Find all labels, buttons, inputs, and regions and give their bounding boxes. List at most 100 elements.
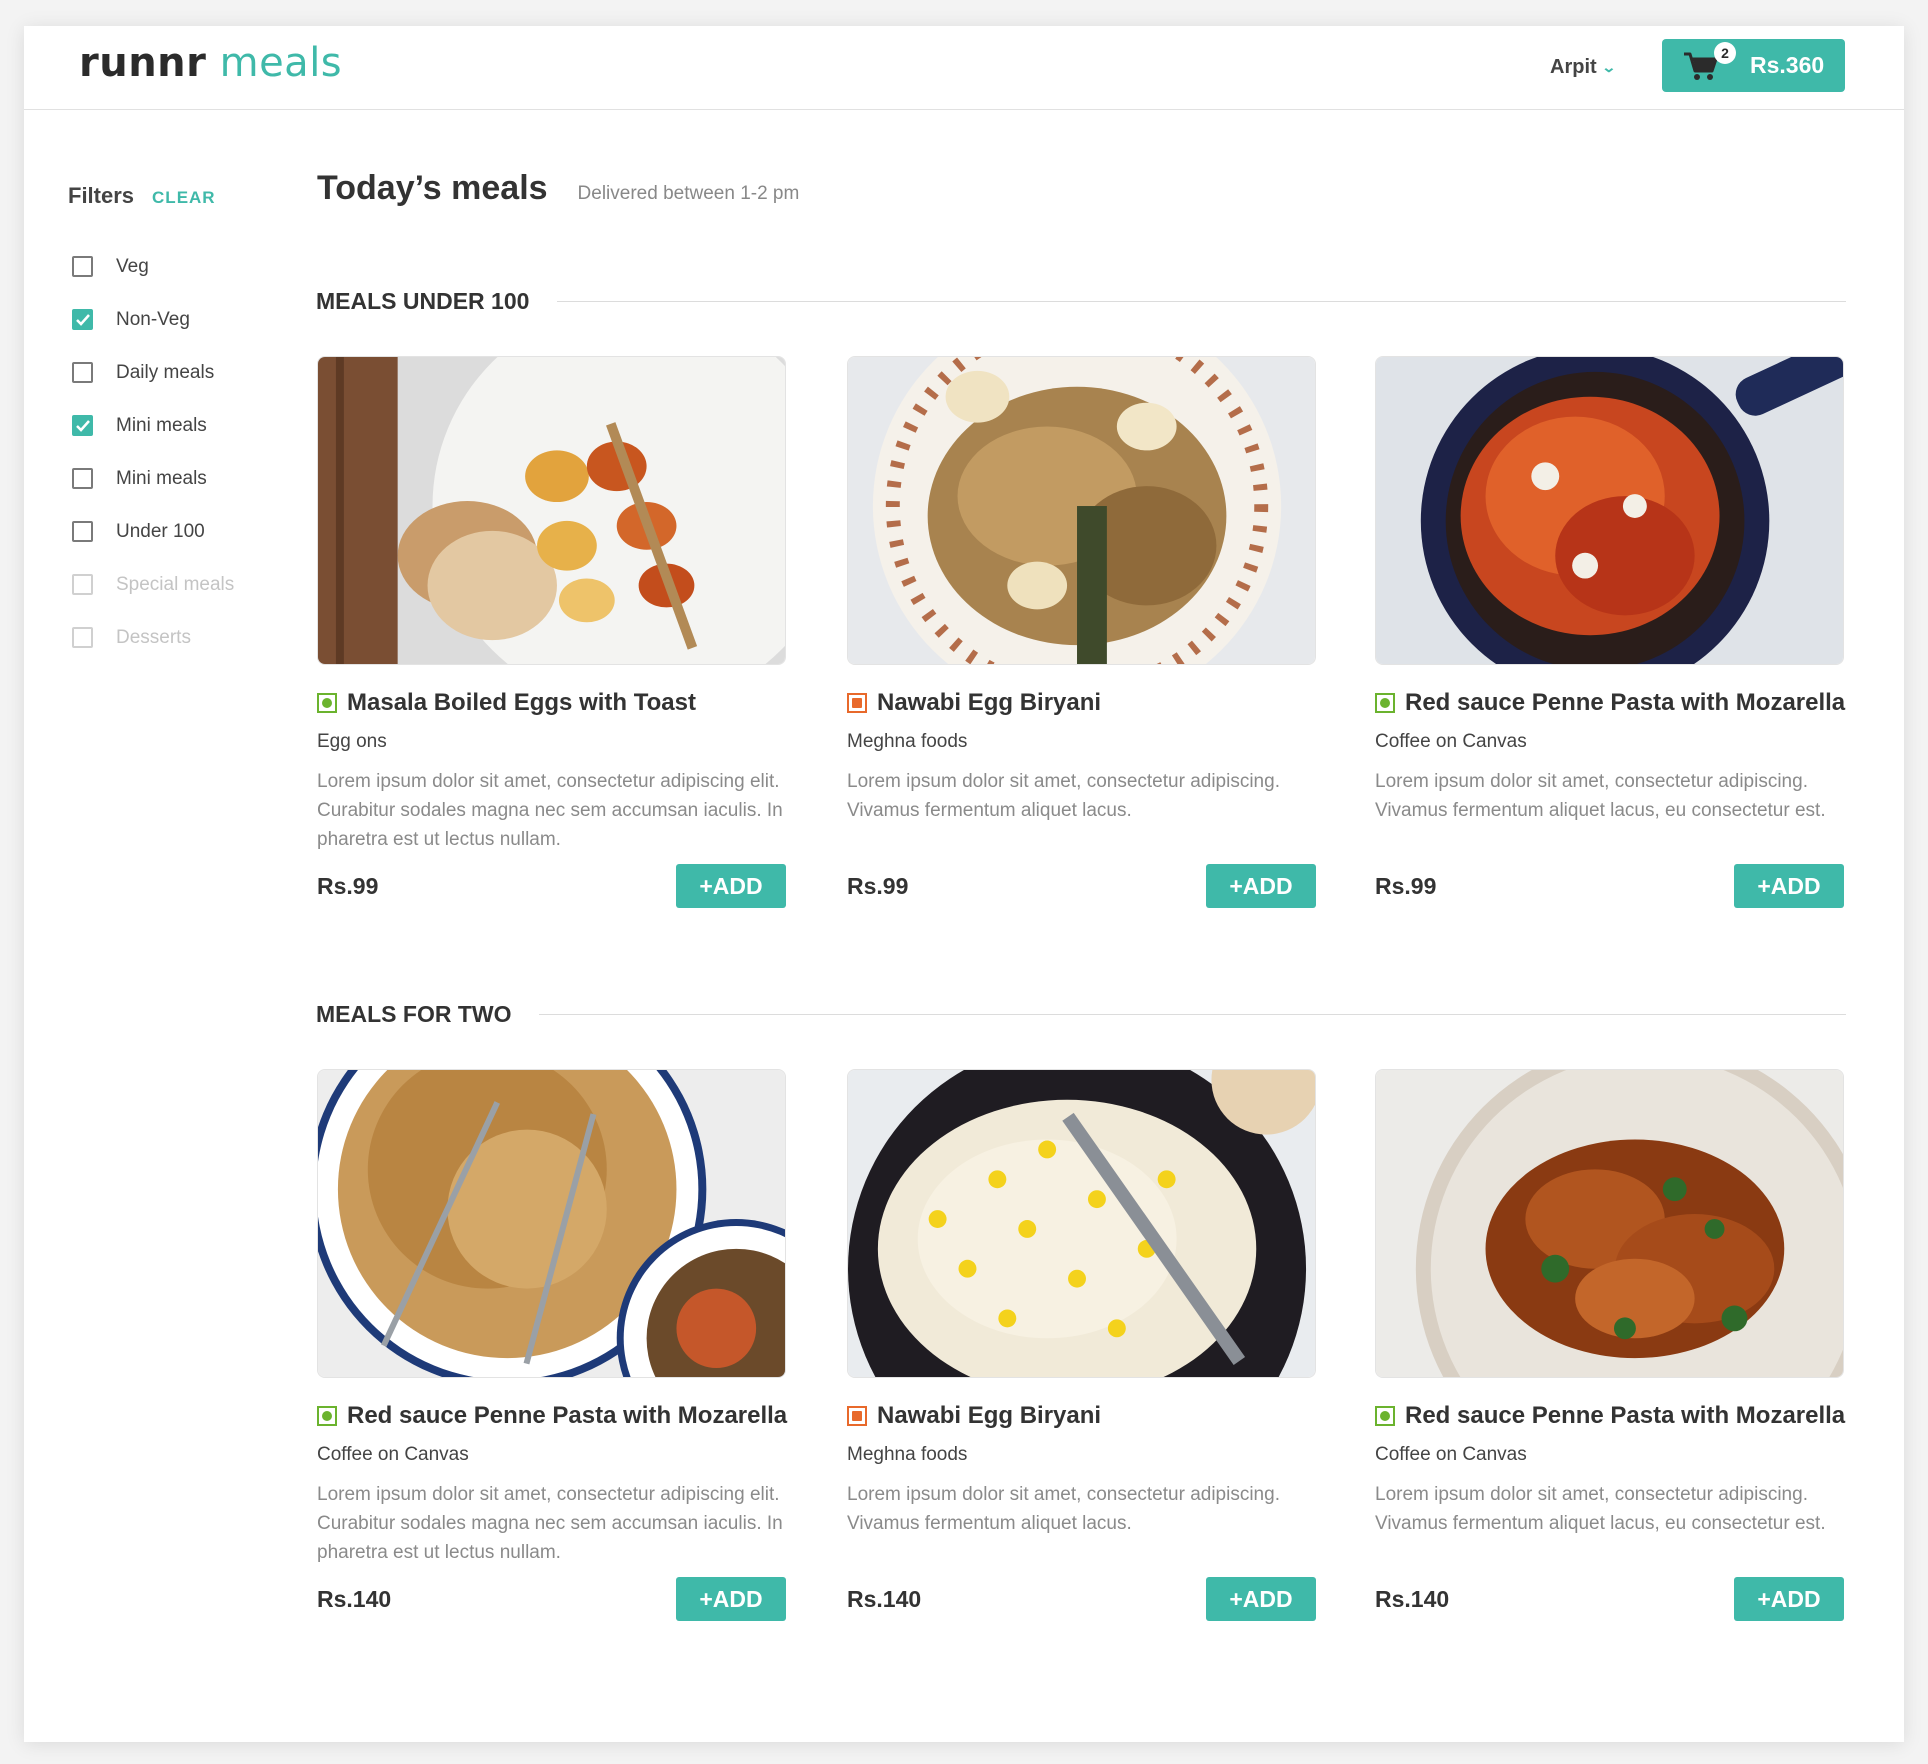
meal-card[interactable]: Nawabi Egg Biryani Meghna foods Lorem ip… [847,1069,1316,1621]
meal-footer: Rs.99 +ADD [317,864,786,908]
meal-footer: Rs.99 +ADD [1375,864,1844,908]
meal-vendor: Coffee on Canvas [317,1444,469,1465]
filter-option[interactable]: Veg [72,240,234,293]
filter-checkbox[interactable] [72,309,93,330]
meal-price: Rs.140 [847,1585,922,1612]
clear-filters-button[interactable]: CLEAR [152,188,216,208]
meal-card[interactable]: Red sauce Penne Pasta with Mozarella Cof… [317,1069,788,1621]
meal-price: Rs.140 [1375,1585,1450,1612]
top-bar: runnr meals Arpit ⌄ 2 Rs.360 [24,26,1904,110]
meal-title-row: Nawabi Egg Biryani [847,689,1316,717]
filter-option[interactable]: Mini meals [72,452,234,505]
filter-checkbox[interactable] [72,362,93,383]
meal-image[interactable] [847,356,1316,665]
meal-card[interactable]: Nawabi Egg Biryani Meghna foods Lorem ip… [847,356,1316,908]
meal-name: Nawabi Egg Biryani [877,689,1102,716]
filter-checkbox [72,627,93,648]
meal-vendor: Coffee on Canvas [1375,1444,1527,1465]
section-title: MEALS FOR TWO [316,1001,512,1027]
add-to-cart-button[interactable]: +ADD [676,1577,786,1621]
user-menu[interactable]: Arpit ⌄ [1550,56,1617,79]
filter-option[interactable]: Under 100 [72,505,234,558]
filter-option[interactable]: Daily meals [72,346,234,399]
filter-label: Under 100 [116,520,205,542]
filter-label: Daily meals [116,361,215,383]
meal-image[interactable] [317,356,786,665]
meal-footer: Rs.140 +ADD [317,1577,786,1621]
logo[interactable]: runnr meals [79,40,342,86]
section-divider [557,301,1846,302]
filters-title: Filters [68,183,135,208]
filter-checkbox[interactable] [72,468,93,489]
veg-icon [1375,1406,1395,1426]
non-veg-icon [847,693,867,713]
meal-name: Red sauce Penne Pasta with Mozarella [1405,1402,1846,1429]
meal-card[interactable]: Masala Boiled Eggs with Toast Egg ons Lo… [317,356,786,908]
filters-header: Filters CLEAR [68,183,216,209]
add-to-cart-button[interactable]: +ADD [1734,864,1844,908]
meal-image[interactable] [1375,356,1844,665]
add-to-cart-button[interactable]: +ADD [1206,864,1316,908]
meal-title-row: Red sauce Penne Pasta with Mozarella [1375,1402,1846,1430]
meal-image[interactable] [317,1069,786,1378]
meal-vendor: Egg ons [317,731,387,752]
meal-footer: Rs.99 +ADD [847,864,1316,908]
filter-checkbox[interactable] [72,415,93,436]
section-header: MEALS UNDER 100 [316,288,1846,315]
meal-footer: Rs.140 +ADD [1375,1577,1844,1621]
filter-option: Desserts [72,611,234,664]
meal-description: Lorem ipsum dolor sit amet, consectetur … [847,1484,1280,1534]
meal-card[interactable]: Red sauce Penne Pasta with Mozarella Cof… [1375,1069,1846,1621]
veg-icon [1375,693,1395,713]
meal-price: Rs.99 [847,872,909,899]
filter-checkbox[interactable] [72,521,93,542]
meal-price: Rs.99 [317,872,379,899]
filter-option[interactable]: Mini meals [72,399,234,452]
filter-option[interactable]: Non-Veg [72,293,234,346]
section-divider [539,1014,1846,1015]
meal-name: Red sauce Penne Pasta with Mozarella [347,1402,788,1429]
meal-name: Masala Boiled Eggs with Toast [347,689,696,716]
meal-title-row: Masala Boiled Eggs with Toast [317,689,786,717]
cart-count-badge: 2 [1714,41,1736,64]
meal-description: Lorem ipsum dolor sit amet, consectetur … [1375,1484,1826,1534]
filter-label: Special meals [116,573,235,595]
veg-icon [317,693,337,713]
meal-description: Lorem ipsum dolor sit amet, consectetur … [847,771,1280,821]
cart-total: Rs.360 [1750,52,1825,78]
filter-checkbox[interactable] [72,256,93,277]
logo-sub: meals [219,40,343,86]
veg-icon [317,1406,337,1426]
filter-option: Special meals [72,558,234,611]
section-header: MEALS FOR TWO [316,1001,1846,1028]
filter-label: Veg [116,255,149,277]
page-header: Today’s meals Delivered between 1-2 pm [317,169,799,208]
meal-image[interactable] [847,1069,1316,1378]
add-to-cart-button[interactable]: +ADD [1734,1577,1844,1621]
filter-label: Mini meals [116,467,207,489]
filter-label: Non-Veg [116,308,190,330]
filter-checkbox [72,574,93,595]
meal-card[interactable]: Red sauce Penne Pasta with Mozarella Cof… [1375,356,1845,908]
meal-description: Lorem ipsum dolor sit amet, consectetur … [317,771,783,850]
meal-image[interactable] [1375,1069,1844,1378]
non-veg-icon [847,1406,867,1426]
logo-main: runnr [79,40,207,86]
filter-label: Mini meals [116,414,207,436]
cart-button[interactable]: 2 Rs.360 [1662,39,1845,92]
chevron-down-icon: ⌄ [1600,59,1617,75]
filter-label: Desserts [116,626,191,648]
check-icon [75,419,90,432]
add-to-cart-button[interactable]: +ADD [676,864,786,908]
meal-description: Lorem ipsum dolor sit amet, consectetur … [1375,771,1826,821]
meal-description: Lorem ipsum dolor sit amet, consectetur … [317,1484,783,1563]
meal-price: Rs.140 [317,1585,392,1612]
cart-icon: 2 [1682,41,1736,82]
meal-name: Nawabi Egg Biryani [877,1402,1102,1429]
meal-price: Rs.99 [1375,872,1437,899]
meal-vendor: Meghna foods [847,1444,968,1465]
user-name: Arpit [1550,56,1597,78]
meal-title-row: Nawabi Egg Biryani [847,1402,1316,1430]
add-to-cart-button[interactable]: +ADD [1206,1577,1316,1621]
meal-vendor: Coffee on Canvas [1375,731,1527,752]
